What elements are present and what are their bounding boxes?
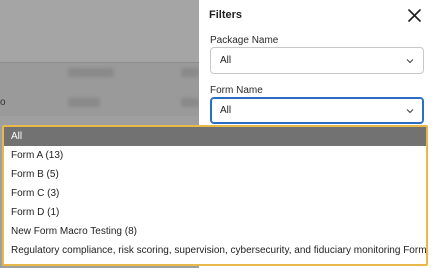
dropdown-option-new-form-macro-testing[interactable]: New Form Macro Testing (8)	[4, 222, 426, 241]
blurred-text	[68, 98, 100, 107]
blurred-text	[68, 68, 114, 77]
package-name-select[interactable]: All	[210, 47, 424, 74]
package-name-value: All	[220, 55, 232, 66]
background-header	[0, 0, 199, 62]
close-icon	[407, 8, 421, 22]
panel-title: Filters	[209, 9, 243, 21]
package-name-label: Package Name	[210, 35, 279, 46]
blurred-text	[181, 98, 199, 107]
form-name-select[interactable]: All	[210, 97, 424, 124]
dropdown-option-form-d[interactable]: Form D (1)	[4, 203, 426, 222]
blurred-text	[181, 68, 199, 77]
screen: o Filters Package Name All Form Name All…	[0, 0, 434, 268]
chevron-down-icon	[406, 58, 414, 63]
form-name-dropdown: All Form A (13) Form B (5) Form C (3) Fo…	[2, 125, 428, 266]
form-name-value: All	[220, 105, 232, 116]
dropdown-option-form-a[interactable]: Form A (13)	[4, 146, 426, 165]
dropdown-option-all[interactable]: All	[4, 127, 426, 146]
close-button[interactable]	[405, 6, 423, 24]
form-name-label: Form Name	[210, 85, 263, 96]
chevron-down-icon	[406, 108, 414, 113]
background-edge-text: o	[0, 97, 6, 108]
dropdown-option-form-b[interactable]: Form B (5)	[4, 165, 426, 184]
dropdown-option-form-c[interactable]: Form C (3)	[4, 184, 426, 203]
dropdown-option-regulatory-compliance-form[interactable]: Regulatory compliance, risk scoring, sup…	[4, 241, 426, 260]
